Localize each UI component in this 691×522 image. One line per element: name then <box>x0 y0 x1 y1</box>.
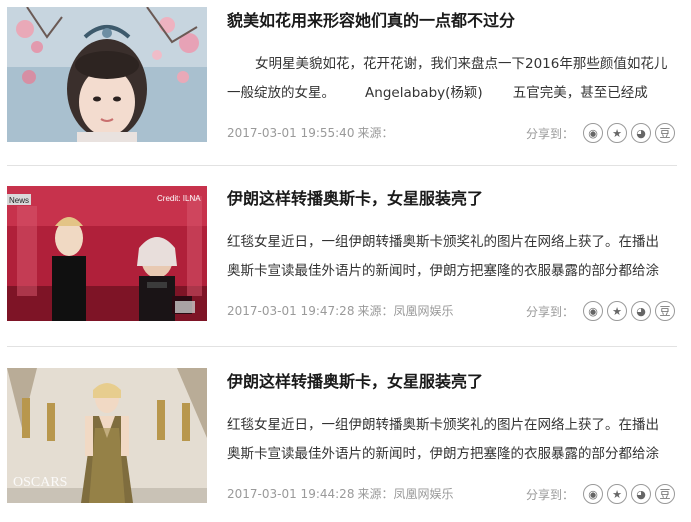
article-title[interactable]: 貌美如花用来形容她们真的一点都不过分 <box>227 10 515 32</box>
weibo-icon[interactable]: ◉ <box>583 301 604 321</box>
douban-icon[interactable]: 豆 <box>655 123 676 143</box>
article-thumbnail[interactable] <box>7 7 207 142</box>
article-title[interactable]: 伊朗这样转播奥斯卡，女星服装亮了 <box>227 371 483 393</box>
image-badge: News <box>9 196 29 205</box>
article-item: OSCARS 伊朗这样转播奥斯卡，女星服装亮了 红毯女星近日，一组伊朗转播奥斯卡… <box>0 365 691 515</box>
wechat-icon[interactable]: ◕ <box>631 484 652 504</box>
article-thumbnail[interactable]: News Credit: ILNA <box>7 186 207 321</box>
share-bar: 分享到： ◉ ★ ◕ 豆 <box>526 299 679 323</box>
douban-icon[interactable]: 豆 <box>655 484 676 504</box>
share-bar: 分享到： ◉ ★ ◕ 豆 <box>526 482 679 506</box>
share-label: 分享到： <box>526 304 575 319</box>
article-meta: 2017-03-01 19:55:40 来源： <box>227 125 393 141</box>
article-source: 来源：凤凰网娱乐 <box>357 304 454 318</box>
weibo-icon[interactable]: ◉ <box>583 484 604 504</box>
article-date: 2017-03-01 19:44:28 <box>227 487 355 501</box>
divider <box>7 346 677 347</box>
article-thumbnail[interactable]: OSCARS <box>7 368 207 503</box>
image-credit: Credit: ILNA <box>157 194 201 203</box>
article-meta: 2017-03-01 19:47:28 来源：凤凰网娱乐 <box>227 303 453 319</box>
article-meta: 2017-03-01 19:44:28 来源：凤凰网娱乐 <box>227 486 453 502</box>
article-summary: 红毯女星近日，一组伊朗转播奥斯卡颁奖礼的图片在网络上获了。在播出奥斯卡宣读最佳外… <box>227 417 659 462</box>
article-summary: 女明星美貌如花，花开花谢，我们来盘点一下2016年那些颜值如花儿一般绽放的女星。… <box>227 56 668 101</box>
wechat-icon[interactable]: ◕ <box>631 123 652 143</box>
article-item: News Credit: ILNA 伊朗这样转播奥斯卡，女星服装亮了 红毯女星近… <box>0 182 691 327</box>
wechat-icon[interactable]: ◕ <box>631 301 652 321</box>
article-summary: 红毯女星近日，一组伊朗转播奥斯卡颁奖礼的图片在网络上获了。在播出奥斯卡宣读最佳外… <box>227 234 659 279</box>
article-source: 来源： <box>357 126 394 140</box>
share-label: 分享到： <box>526 487 575 502</box>
article-source: 来源：凤凰网娱乐 <box>357 487 454 501</box>
douban-icon[interactable]: 豆 <box>655 301 676 321</box>
article-date: 2017-03-01 19:55:40 <box>227 126 355 140</box>
article-list: 貌美如花用来形容她们真的一点都不过分 女明星美貌如花，花开花谢，我们来盘点一下2… <box>0 0 691 522</box>
article-date: 2017-03-01 19:47:28 <box>227 304 355 318</box>
share-label: 分享到： <box>526 126 575 141</box>
divider <box>7 165 677 166</box>
weibo-icon[interactable]: ◉ <box>583 123 604 143</box>
qzone-icon[interactable]: ★ <box>607 123 628 143</box>
article-item: 貌美如花用来形容她们真的一点都不过分 女明星美貌如花，花开花谢，我们来盘点一下2… <box>0 4 691 144</box>
qzone-icon[interactable]: ★ <box>607 484 628 504</box>
share-bar: 分享到： ◉ ★ ◕ 豆 <box>526 121 679 145</box>
image-backdrop-text: OSCARS <box>13 475 67 490</box>
qzone-icon[interactable]: ★ <box>607 301 628 321</box>
article-title[interactable]: 伊朗这样转播奥斯卡，女星服装亮了 <box>227 188 483 210</box>
